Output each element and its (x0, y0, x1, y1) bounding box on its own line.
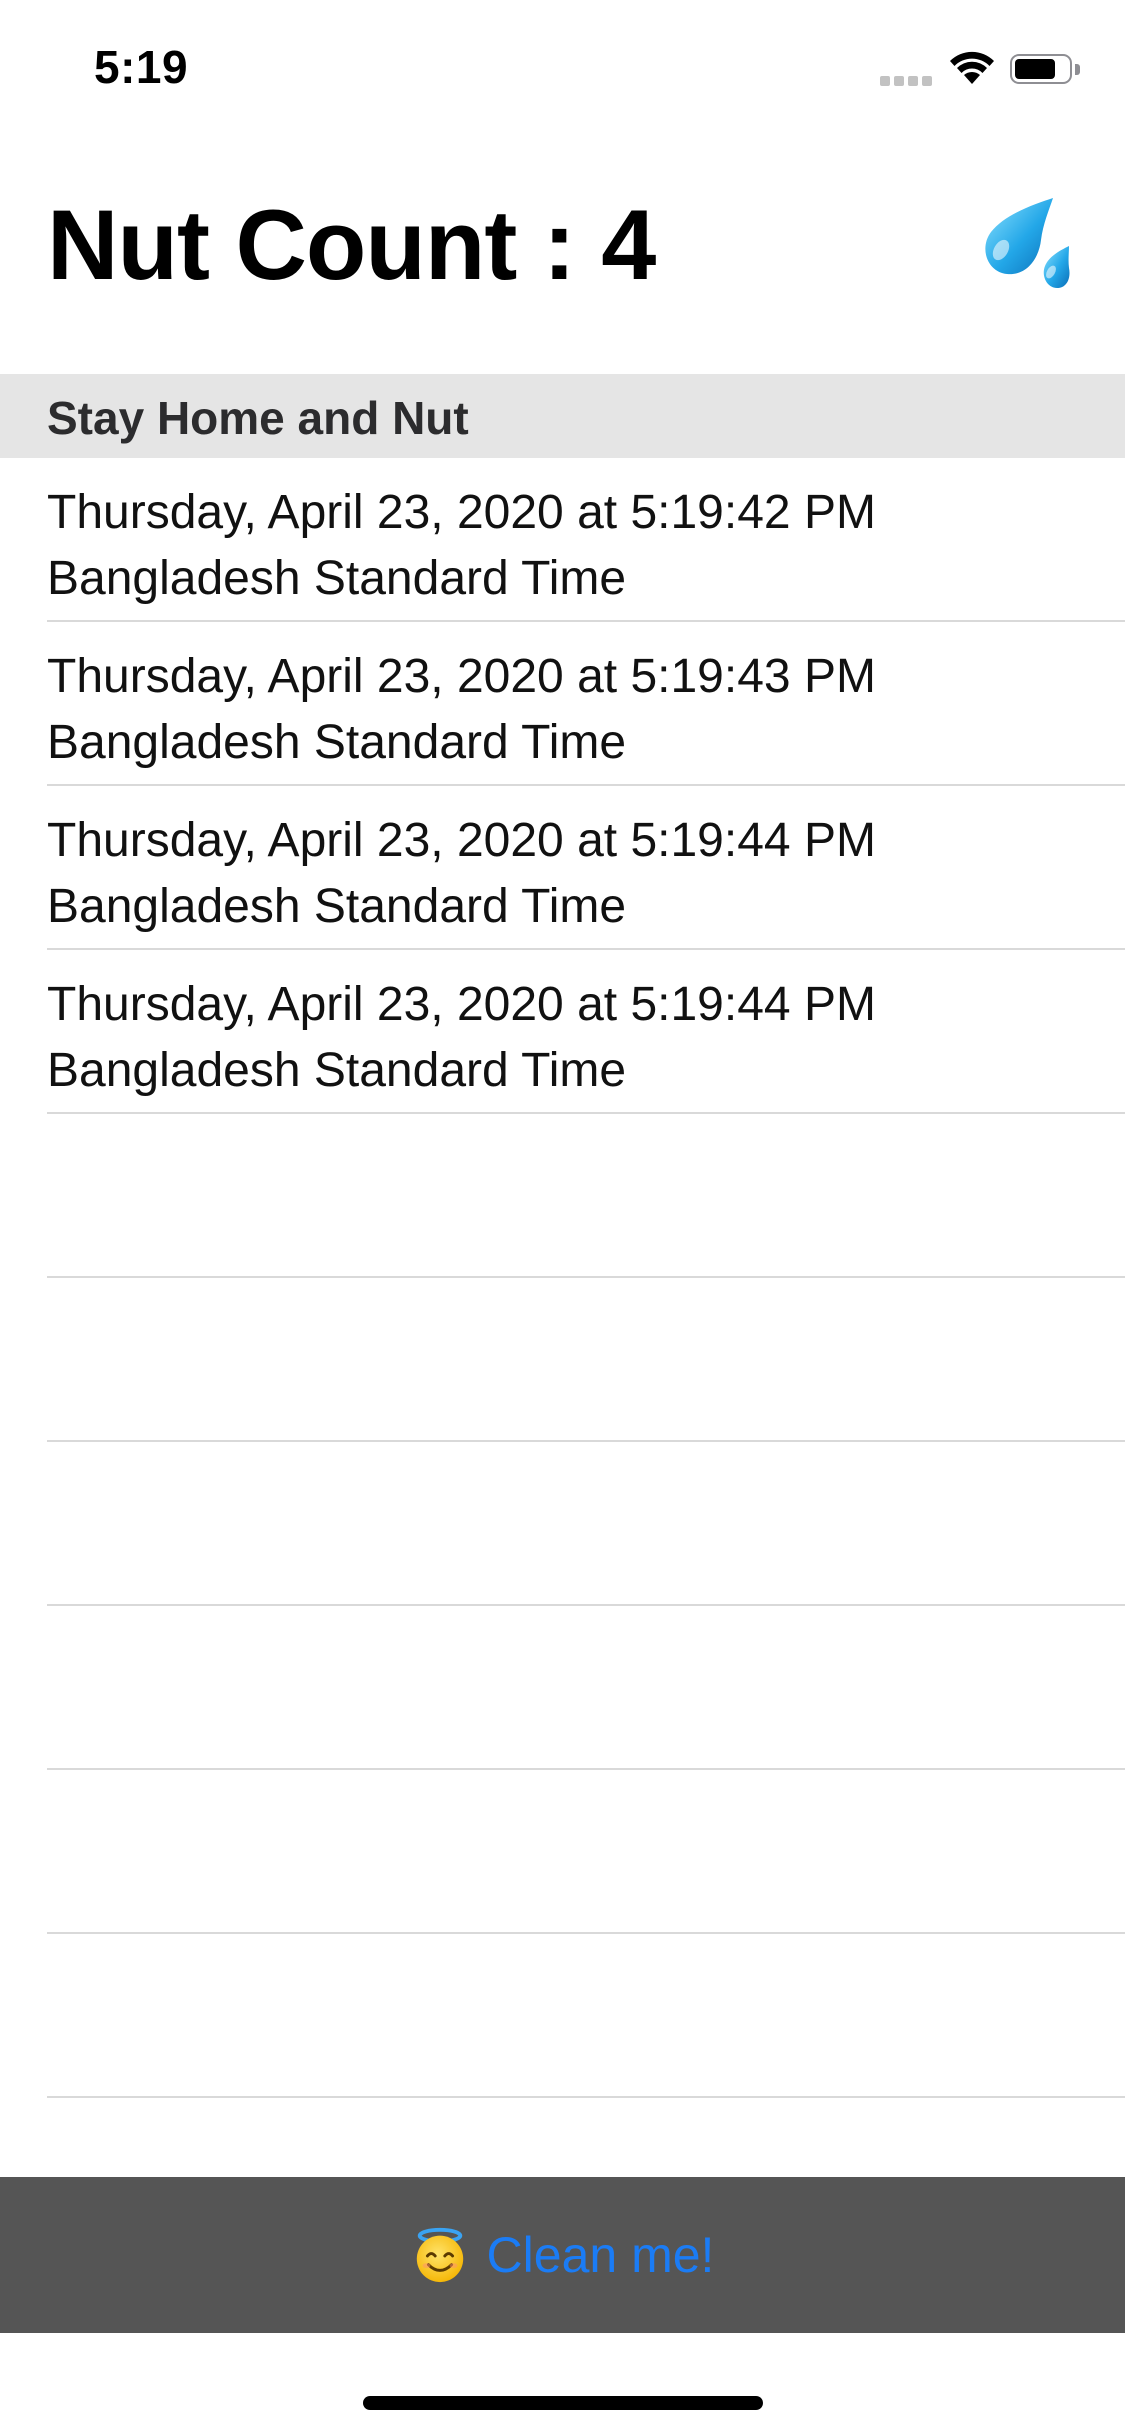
cellular-signal-icon (880, 76, 934, 86)
empty-list-row (0, 1114, 1125, 1278)
list-item[interactable]: Thursday, April 23, 2020 at 5:19:43 PM B… (0, 622, 1125, 786)
entry-timezone: Bangladesh Standard Time (47, 1044, 627, 1097)
list-item[interactable]: Thursday, April 23, 2020 at 5:19:44 PM B… (0, 950, 1125, 1114)
bottom-toolbar: Clean me! (0, 2177, 1125, 2333)
section-header: Stay Home and Nut (0, 374, 1125, 458)
empty-list-row (0, 1770, 1125, 1934)
empty-list-row (0, 1442, 1125, 1606)
entry-date: Thursday, April 23, 2020 at 5:19:44 PM (47, 978, 876, 1031)
page-title: Nut Count : 4 (47, 189, 656, 300)
empty-list-row (0, 1606, 1125, 1770)
battery-level-fill (1015, 59, 1055, 79)
list-item-text: Thursday, April 23, 2020 at 5:19:44 PM B… (47, 808, 1087, 940)
list-item-text: Thursday, April 23, 2020 at 5:19:44 PM B… (47, 972, 1087, 1104)
sweat-droplets-icon[interactable] (965, 192, 1075, 302)
status-bar: 5:19 (0, 0, 1125, 140)
smiling-face-with-halo-icon (416, 2227, 463, 2283)
home-indicator[interactable] (363, 2396, 763, 2410)
list-item-text: Thursday, April 23, 2020 at 5:19:42 PM B… (47, 480, 1087, 612)
entry-timezone: Bangladesh Standard Time (47, 716, 627, 769)
clean-button[interactable]: Clean me! (0, 2177, 1125, 2333)
app-screen: 5:19 Nut Count : 4 Stay Home and Nut Thu… (0, 0, 1125, 2436)
wifi-icon (950, 51, 994, 84)
empty-list-row (0, 1934, 1125, 2098)
section-title: Stay Home and Nut (47, 392, 469, 444)
entry-date: Thursday, April 23, 2020 at 5:19:44 PM (47, 814, 876, 867)
entry-date: Thursday, April 23, 2020 at 5:19:43 PM (47, 650, 876, 703)
list-item-text: Thursday, April 23, 2020 at 5:19:43 PM B… (47, 644, 1087, 776)
entry-timezone: Bangladesh Standard Time (47, 880, 627, 933)
list-item[interactable]: Thursday, April 23, 2020 at 5:19:42 PM B… (0, 458, 1125, 622)
list-item[interactable]: Thursday, April 23, 2020 at 5:19:44 PM B… (0, 786, 1125, 950)
entry-timezone: Bangladesh Standard Time (47, 552, 627, 605)
empty-list-row (0, 1278, 1125, 1442)
entry-date: Thursday, April 23, 2020 at 5:19:42 PM (47, 486, 876, 539)
entry-list: Thursday, April 23, 2020 at 5:19:42 PM B… (0, 458, 1125, 2098)
clean-button-label: Clean me! (486, 2227, 715, 2283)
status-time: 5:19 (94, 41, 189, 93)
battery-icon (1010, 54, 1080, 86)
